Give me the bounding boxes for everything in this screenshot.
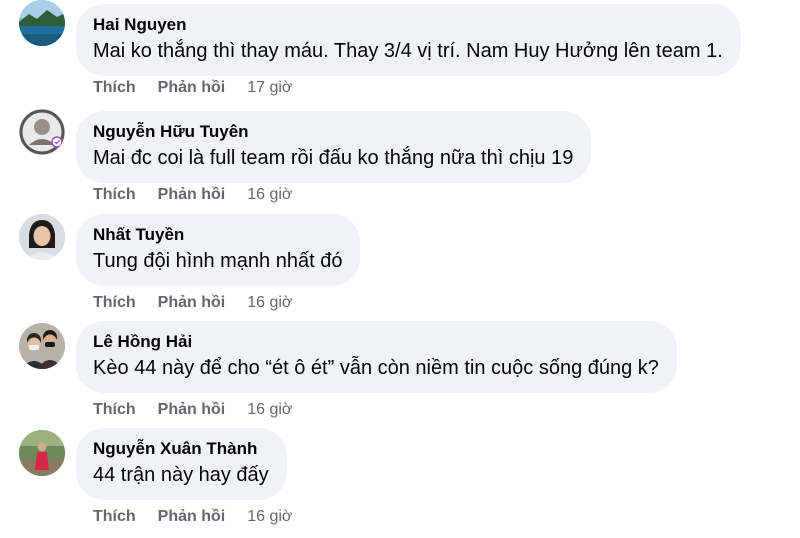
comment-bubble: Hai Nguyen Mai ko thắng thì thay máu. Th… bbox=[76, 4, 741, 76]
comment-author[interactable]: Nguyễn Xuân Thành bbox=[93, 438, 269, 459]
comment-text: Mai đc coi là full team rồi đấu ko thắng… bbox=[93, 147, 574, 169]
comment-item: Nguyễn Hữu Tuyên Mai đc coi là full team… bbox=[0, 107, 800, 214]
comment-item: Lê Hồng Hải Kèo 44 này để cho “ét ô ét” … bbox=[0, 321, 800, 428]
comment-item: Hai Nguyen Mai ko thắng thì thay máu. Th… bbox=[0, 0, 800, 107]
avatar[interactable] bbox=[19, 0, 65, 46]
comment-timestamp[interactable]: 16 giờ bbox=[247, 294, 292, 311]
like-button[interactable]: Thích bbox=[93, 186, 136, 203]
comment-bubble: Lê Hồng Hải Kèo 44 này để cho “ét ô ét” … bbox=[76, 321, 677, 393]
reply-button[interactable]: Phản hồi bbox=[158, 294, 226, 311]
reply-button[interactable]: Phản hồi bbox=[158, 79, 226, 96]
comment-text: Tung đội hình mạnh nhất đó bbox=[93, 250, 343, 272]
comment-list: Hai Nguyen Mai ko thắng thì thay máu. Th… bbox=[0, 0, 800, 538]
like-button[interactable]: Thích bbox=[93, 401, 136, 418]
avatar[interactable] bbox=[19, 109, 65, 155]
comment-item: Nhất Tuyền Tung đội hình mạnh nhất đó Th… bbox=[0, 214, 800, 321]
avatar[interactable] bbox=[19, 430, 65, 476]
like-button[interactable]: Thích bbox=[93, 294, 136, 311]
comment-actions: Thích Phản hồi 16 giờ bbox=[93, 507, 292, 527]
reply-button[interactable]: Phản hồi bbox=[158, 401, 226, 418]
avatar[interactable] bbox=[19, 323, 65, 369]
like-button[interactable]: Thích bbox=[93, 508, 136, 525]
comment-timestamp[interactable]: 16 giờ bbox=[247, 186, 292, 203]
like-button[interactable]: Thích bbox=[93, 79, 136, 96]
comment-author[interactable]: Lê Hồng Hải bbox=[93, 331, 659, 352]
comment-item: Nguyễn Xuân Thành 44 trận này hay đấy Th… bbox=[0, 428, 800, 535]
comment-timestamp[interactable]: 16 giờ bbox=[247, 508, 292, 525]
comment-actions: Thích Phản hồi 16 giờ bbox=[93, 400, 292, 420]
comment-author[interactable]: Nhất Tuyền bbox=[93, 224, 342, 245]
comment-actions: Thích Phản hồi 16 giờ bbox=[93, 293, 292, 313]
comment-text: 44 trận này hay đấy bbox=[93, 464, 269, 486]
comment-bubble: Nguyễn Hữu Tuyên Mai đc coi là full team… bbox=[76, 111, 592, 183]
comment-actions: Thích Phản hồi 16 giờ bbox=[93, 185, 292, 205]
reply-button[interactable]: Phản hồi bbox=[158, 508, 226, 525]
comment-author[interactable]: Hai Nguyen bbox=[93, 14, 723, 35]
reply-button[interactable]: Phản hồi bbox=[158, 186, 226, 203]
comment-actions: Thích Phản hồi 17 giờ bbox=[93, 78, 292, 98]
comment-author[interactable]: Nguyễn Hữu Tuyên bbox=[93, 121, 573, 142]
comment-timestamp[interactable]: 17 giờ bbox=[247, 79, 292, 96]
comment-bubble: Nhất Tuyền Tung đội hình mạnh nhất đó bbox=[76, 214, 361, 286]
comment-timestamp[interactable]: 16 giờ bbox=[247, 401, 292, 418]
comment-bubble: Nguyễn Xuân Thành 44 trận này hay đấy bbox=[76, 428, 287, 500]
avatar[interactable] bbox=[19, 214, 65, 260]
comment-text: Kèo 44 này để cho “ét ô ét” vẫn còn niềm… bbox=[93, 357, 659, 379]
comment-text: Mai ko thắng thì thay máu. Thay 3/4 vị t… bbox=[93, 40, 723, 62]
